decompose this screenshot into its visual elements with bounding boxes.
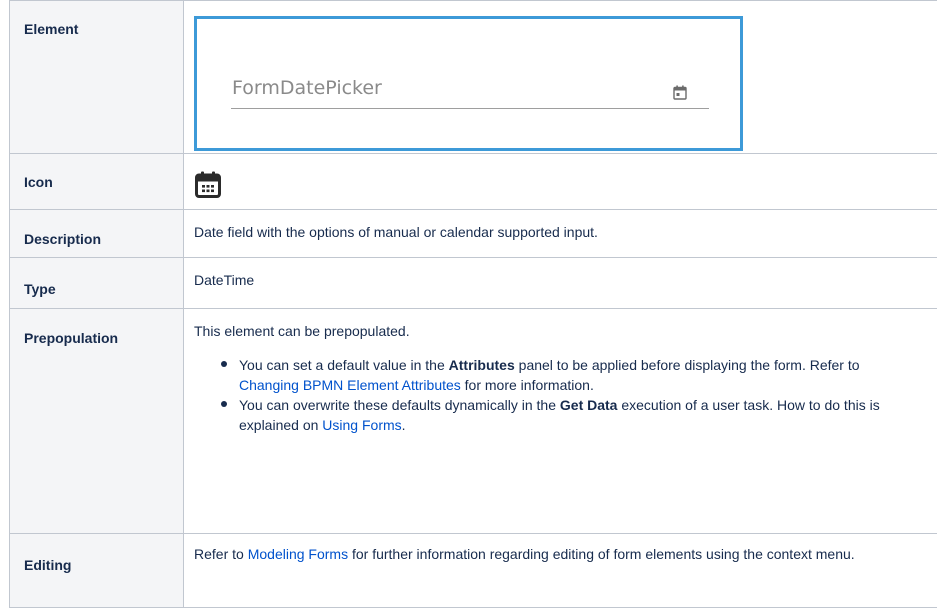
type-text: DateTime: [184, 258, 937, 309]
changing-bpmn-attributes-link[interactable]: Changing BPMN Element Attributes: [239, 377, 461, 393]
table-row-element: Element FormDatePicker: [10, 1, 937, 154]
calendar-grid-icon: [195, 171, 221, 198]
prepopulation-list: You can set a default value in the Attri…: [194, 355, 937, 435]
list-item: You can overwrite these defaults dynamic…: [239, 395, 937, 435]
list-item: You can set a default value in the Attri…: [239, 355, 937, 395]
bullet2-pre: You can overwrite these defaults dynamic…: [239, 397, 560, 413]
table-row-prepopulation: Prepopulation This element can be prepop…: [10, 309, 937, 534]
table-row-icon: Icon: [10, 154, 937, 210]
calendar-icon: [673, 85, 687, 100]
element-preview-cell: FormDatePicker: [184, 1, 937, 154]
row-header-icon: Icon: [10, 154, 184, 210]
editing-pre: Refer to: [194, 546, 248, 562]
prepopulation-cell: This element can be prepopulated. You ca…: [184, 309, 937, 534]
bullet1-pre: You can set a default value in the: [239, 357, 449, 373]
row-header-type: Type: [10, 258, 184, 309]
bullet2-post: .: [402, 417, 406, 433]
bullet2-bold: Get Data: [560, 397, 618, 413]
prepopulation-intro: This element can be prepopulated.: [194, 321, 937, 341]
date-picker-preview: FormDatePicker: [194, 16, 743, 151]
element-properties-table: Element FormDatePicker Icon: [9, 0, 937, 608]
table-row-type: Type DateTime: [10, 258, 937, 309]
date-picker-field: FormDatePicker: [231, 71, 709, 109]
using-forms-link[interactable]: Using Forms: [322, 417, 401, 433]
table-row-description: Description Date field with the options …: [10, 210, 937, 258]
row-header-description: Description: [10, 210, 184, 258]
description-text: Date field with the options of manual or…: [184, 210, 937, 258]
editing-cell: Refer to Modeling Forms for further info…: [184, 534, 937, 608]
row-header-element: Element: [10, 1, 184, 154]
editing-post: for further information regarding editin…: [348, 546, 855, 562]
date-picker-placeholder: FormDatePicker: [232, 77, 382, 99]
row-header-editing: Editing: [10, 534, 184, 608]
icon-cell: [184, 154, 937, 210]
bullet1-post: for more information.: [461, 377, 594, 393]
bullet1-bold: Attributes: [449, 357, 515, 373]
table-row-editing: Editing Refer to Modeling Forms for furt…: [10, 534, 937, 608]
bullet1-mid: panel to be applied before displaying th…: [515, 357, 860, 373]
modeling-forms-link[interactable]: Modeling Forms: [248, 546, 348, 562]
row-header-prepopulation: Prepopulation: [10, 309, 184, 534]
